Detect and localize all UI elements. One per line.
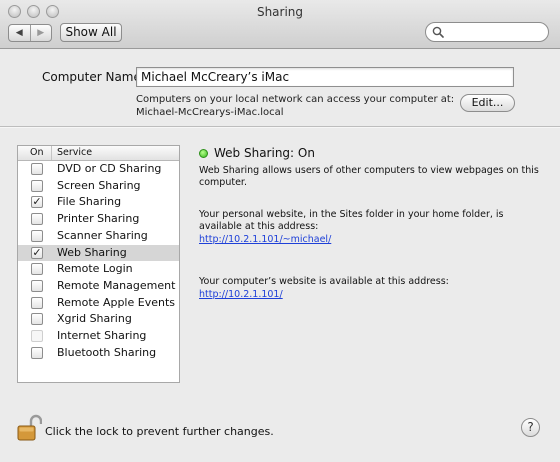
service-name: Printer Sharing [57, 212, 140, 226]
sharing-window: Sharing ◀ ▶ Show All Computer Name: Mich… [0, 0, 560, 462]
column-separator [51, 146, 52, 160]
window-title: Sharing [256, 5, 304, 19]
service-row[interactable]: DVD or CD Sharing [18, 161, 179, 177]
unlocked-padlock-icon[interactable] [16, 414, 43, 445]
computer-hostname: Michael-McCrearys-iMac.local [136, 107, 284, 118]
computer-name-field[interactable]: Michael McCreary’s iMac [136, 67, 514, 87]
personal-website-text: Your personal website, in the Sites fold… [199, 209, 504, 232]
service-row[interactable]: Bluetooth Sharing [18, 345, 179, 361]
service-checkbox[interactable] [31, 179, 43, 192]
computer-name-label: Computer Name: [42, 70, 145, 84]
edit-button[interactable]: Edit... [460, 94, 515, 112]
service-name: Remote Management [57, 278, 176, 292]
computer-website-text: Your computer’s website is available at … [199, 276, 449, 287]
service-row[interactable]: Remote Apple Events [18, 295, 179, 311]
service-row[interactable]: ✓ File Sharing [18, 194, 179, 210]
service-checkbox[interactable] [31, 346, 43, 359]
service-row[interactable]: Screen Sharing [18, 178, 179, 194]
service-description: Web Sharing allows users of other comput… [199, 165, 539, 188]
column-header-service[interactable]: Service [57, 146, 92, 160]
computer-address-description: Computers on your local network can acce… [136, 93, 454, 119]
search-field[interactable] [425, 22, 549, 42]
service-row[interactable]: Scanner Sharing [18, 228, 179, 244]
personal-website-link[interactable]: http://10.2.1.101/~michael/ [199, 234, 331, 245]
column-header-on[interactable]: On [30, 146, 44, 160]
nav-button-group: ◀ ▶ [8, 24, 52, 42]
computer-website-link[interactable]: http://10.2.1.101/ [199, 289, 283, 300]
back-arrow-icon[interactable]: ◀ [9, 25, 30, 41]
status-indicator-icon [199, 149, 208, 158]
service-name: Xgrid Sharing [57, 312, 132, 326]
service-name: Bluetooth Sharing [57, 345, 157, 359]
service-status: Web Sharing: On [214, 146, 315, 160]
service-checkbox[interactable]: ✓ [31, 196, 43, 209]
computer-address-text: Computers on your local network can acce… [136, 94, 455, 105]
service-name: File Sharing [57, 195, 122, 209]
service-name: Internet Sharing [57, 329, 147, 342]
service-name: Web Sharing [57, 245, 127, 259]
service-name: Screen Sharing [57, 178, 141, 192]
service-list-header: On Service [18, 146, 179, 161]
toolbar: Sharing ◀ ▶ Show All [0, 0, 560, 49]
service-row[interactable]: Internet Sharing [18, 328, 179, 344]
section-divider-highlight [0, 127, 560, 128]
help-button[interactable]: ? [521, 418, 540, 437]
service-checkbox[interactable] [31, 213, 43, 226]
service-row[interactable]: Printer Sharing [18, 211, 179, 227]
service-checkbox [31, 330, 43, 342]
show-all-button[interactable]: Show All [60, 23, 122, 42]
service-name: Scanner Sharing [57, 228, 148, 242]
service-list: On Service DVD or CD Sharing Screen Shari… [17, 145, 180, 383]
service-name: Remote Apple Events [57, 295, 175, 309]
service-row[interactable]: Xgrid Sharing [18, 311, 179, 327]
service-checkbox[interactable] [31, 229, 43, 242]
service-row[interactable]: Remote Management [18, 278, 179, 294]
service-checkbox[interactable] [31, 163, 43, 175]
service-name: DVD or CD Sharing [57, 162, 162, 175]
service-name: Remote Login [57, 262, 133, 276]
service-row[interactable]: ✓ Web Sharing [18, 244, 179, 261]
service-checkbox[interactable] [31, 313, 43, 326]
service-checkbox[interactable] [31, 263, 43, 276]
lock-instructions: Click the lock to prevent further change… [45, 425, 274, 438]
service-row[interactable]: Remote Login [18, 261, 179, 277]
service-checkbox[interactable] [31, 279, 43, 292]
search-icon [432, 26, 444, 41]
forward-arrow-icon[interactable]: ▶ [29, 25, 52, 41]
service-checkbox[interactable] [31, 296, 43, 309]
service-checkbox[interactable]: ✓ [31, 246, 43, 259]
search-input[interactable] [448, 25, 546, 41]
